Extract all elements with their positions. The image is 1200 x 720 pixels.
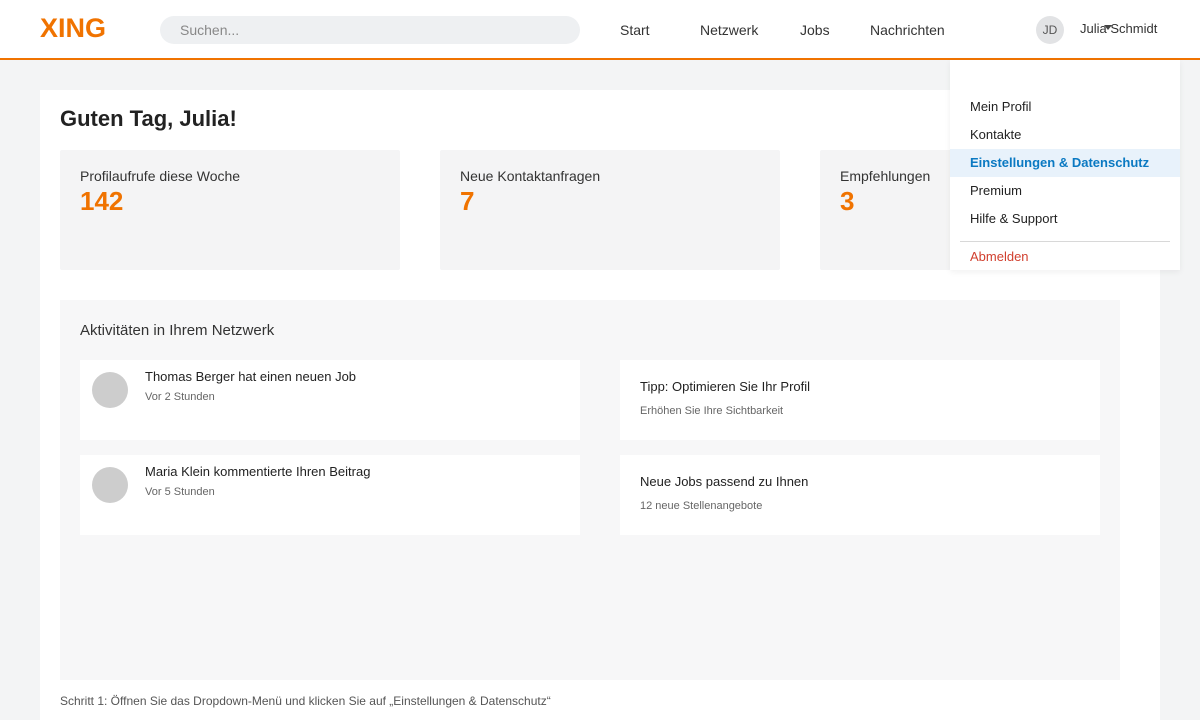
activity-time: Vor 2 Stunden — [145, 391, 215, 403]
stat-label: Neue Kontaktanfragen — [460, 168, 601, 184]
stat-label: Empfehlungen — [840, 168, 931, 184]
activity-title: Maria Klein kommentierte Ihren Beitrag — [145, 464, 371, 479]
tip-card-profile[interactable]: Tipp: Optimieren Sie Ihr Profil Erhöhen … — [620, 360, 1100, 440]
activity-title: Thomas Berger hat einen neuen Job — [145, 369, 357, 384]
menu-divider — [960, 241, 1170, 242]
avatar — [92, 467, 128, 503]
page-title: Guten Tag, Julia! — [60, 106, 237, 131]
menu-item-abmelden[interactable]: Abmelden — [950, 243, 1180, 271]
activity-time: Vor 5 Stunden — [145, 486, 215, 498]
activity-item[interactable]: Maria Klein kommentierte Ihren Beitrag V… — [80, 455, 580, 535]
stat-value: 3 — [840, 186, 855, 216]
user-dropdown-menu: Mein Profil Kontakte Einstellungen & Dat… — [950, 60, 1180, 270]
stat-value: 7 — [460, 186, 475, 216]
tip-subtitle: 12 neue Stellenangebote — [640, 500, 763, 512]
nav-start[interactable]: Start — [620, 22, 650, 38]
tip-subtitle: Erhöhen Sie Ihre Sichtbarkeit — [640, 405, 784, 417]
tip-title: Neue Jobs passend zu Ihnen — [640, 474, 809, 489]
menu-item-einstellungen-datenschutz[interactable]: Einstellungen & Datenschutz — [950, 149, 1180, 177]
search-input[interactable] — [160, 16, 580, 44]
stat-card-profile-views: Profilaufrufe diese Woche 142 — [60, 150, 400, 270]
menu-item-hilfe-support[interactable]: Hilfe & Support — [950, 205, 1180, 233]
menu-item-mein-profil[interactable]: Mein Profil — [950, 93, 1180, 121]
top-header: XING Start Netzwerk Jobs Nachrichten JD … — [0, 0, 1200, 60]
user-avatar[interactable]: JD — [1036, 16, 1064, 44]
section-title: Aktivitäten in Ihrem Netzwerk — [80, 322, 275, 339]
activity-item[interactable]: Thomas Berger hat einen neuen Job Vor 2 … — [80, 360, 580, 440]
avatar — [92, 372, 128, 408]
nav-netzwerk[interactable]: Netzwerk — [700, 22, 758, 38]
stat-label: Profilaufrufe diese Woche — [80, 168, 241, 184]
menu-item-kontakte[interactable]: Kontakte — [950, 121, 1180, 149]
chevron-down-icon[interactable] — [1104, 25, 1112, 30]
user-menu-toggle[interactable]: Julia Schmidt — [1080, 21, 1157, 36]
tip-card-jobs[interactable]: Neue Jobs passend zu Ihnen 12 neue Stell… — [620, 455, 1100, 535]
xing-logo[interactable]: XING — [40, 13, 106, 44]
nav-jobs[interactable]: Jobs — [800, 22, 830, 38]
stat-card-contact-requests: Neue Kontaktanfragen 7 — [440, 150, 780, 270]
menu-item-premium[interactable]: Premium — [950, 177, 1180, 205]
tip-title: Tipp: Optimieren Sie Ihr Profil — [640, 379, 811, 394]
instruction-note: Schritt 1: Öffnen Sie das Dropdown-Menü … — [60, 694, 551, 708]
network-activity-section: Aktivitäten in Ihrem Netzwerk Thomas Ber… — [60, 300, 1120, 680]
nav-nachrichten[interactable]: Nachrichten — [870, 22, 945, 38]
stat-value: 142 — [80, 186, 124, 216]
